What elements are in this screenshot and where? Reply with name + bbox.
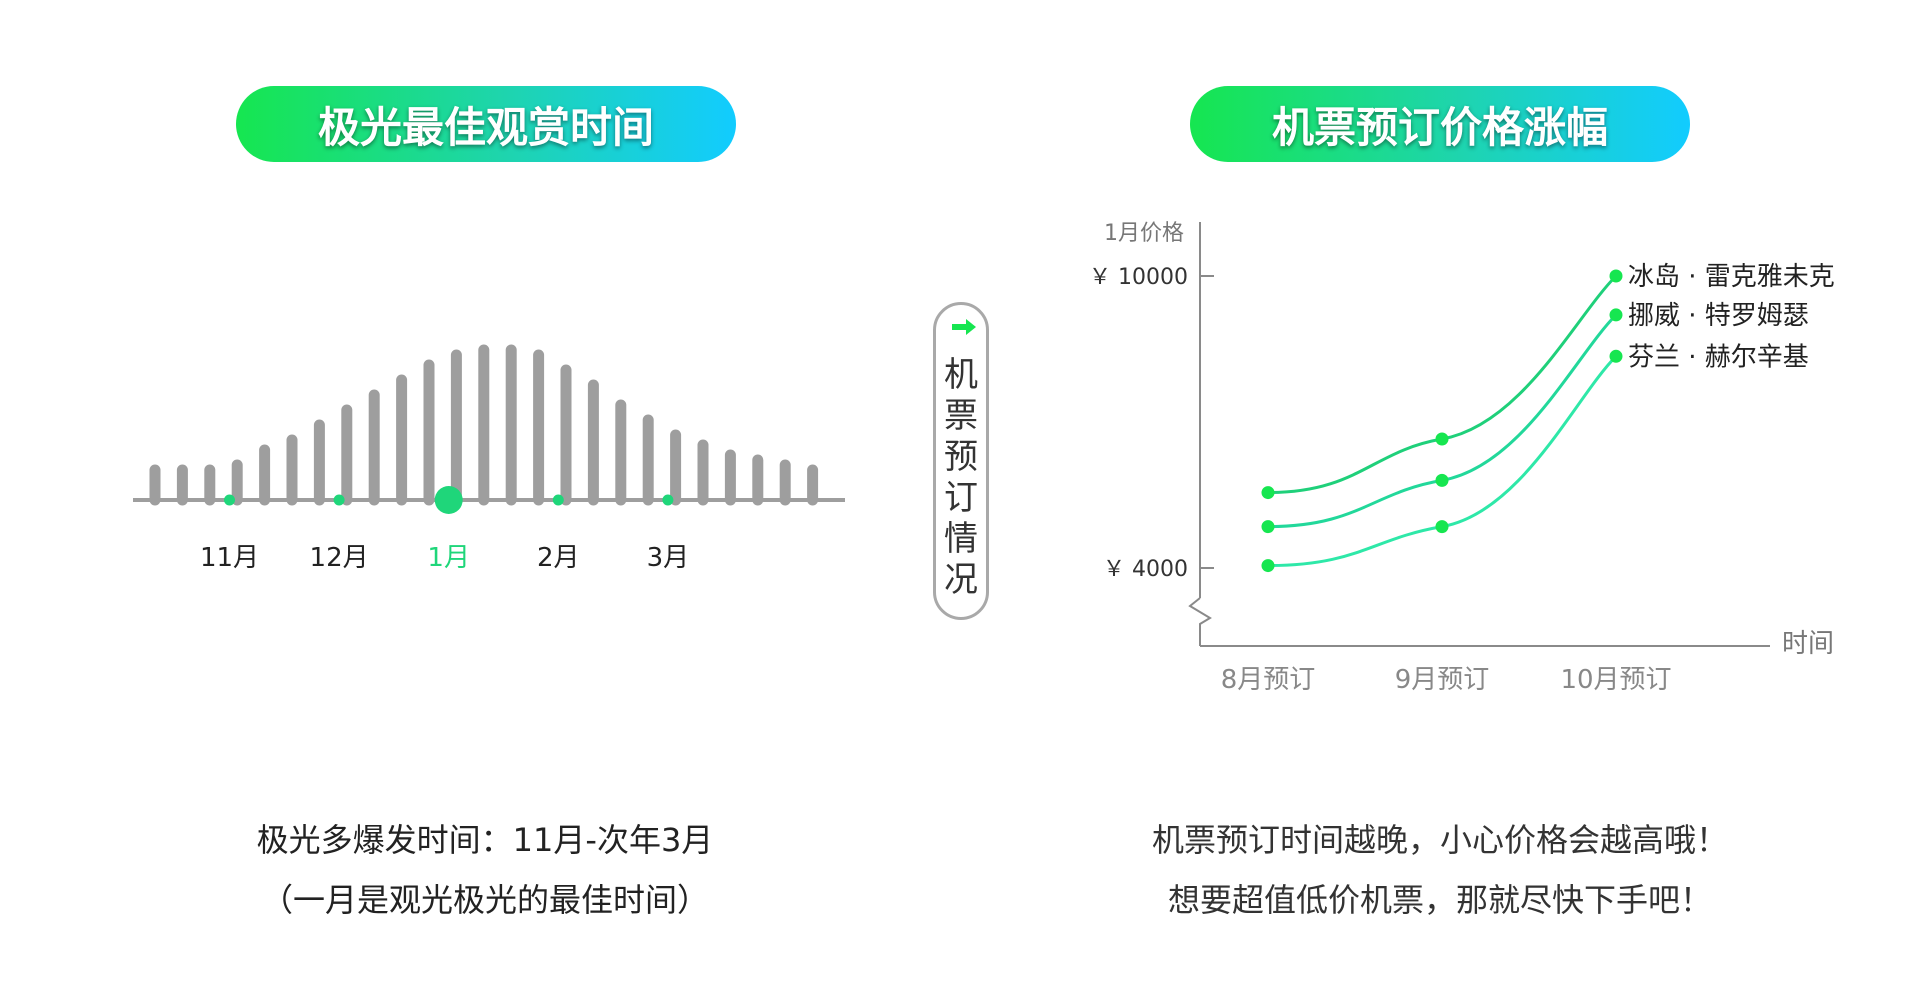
- price-caption: 机票预订时间越晚，小心价格会越高哦！ 想要超值低价机票，那就尽快下手吧！: [1080, 810, 1800, 930]
- data-point: [1609, 269, 1623, 283]
- y-tick-label: ￥ 10000: [1089, 265, 1188, 290]
- x-tick-label: 10月预订: [1560, 665, 1671, 695]
- x-tick-label: 12月: [310, 543, 369, 573]
- series-line: [1267, 355, 1618, 568]
- x-tick-label: 8月预订: [1221, 665, 1316, 695]
- x-tick-label: 1月: [427, 543, 470, 573]
- series-label: 芬兰 · 赫尔辛基: [1628, 342, 1809, 372]
- month-dot: [552, 494, 564, 506]
- data-point: [1435, 520, 1449, 534]
- y-tick-label: ￥ 4000: [1103, 557, 1188, 582]
- price-caption-line2: 想要超值低价机票，那就尽快下手吧！: [1167, 881, 1712, 919]
- month-dot: [662, 494, 674, 506]
- month-dot: [333, 494, 345, 506]
- aurora-bar-chart: 11月 12月 1月 2月 3月: [133, 344, 845, 573]
- aurora-caption-line1: 极光多爆发时间：11月-次年3月: [256, 821, 714, 859]
- series-label: 冰岛 · 雷克雅未克: [1628, 262, 1835, 292]
- data-point: [1261, 486, 1275, 500]
- data-point: [1261, 520, 1275, 534]
- aurora-caption: 极光多爆发时间：11月-次年3月 （一月是观光极光的最佳时间）: [150, 810, 820, 930]
- data-point: [1435, 473, 1449, 487]
- price-caption-line1: 机票预订时间越晚，小心价格会越高哦！: [1151, 821, 1728, 859]
- highlight-dot: [434, 486, 463, 514]
- badge-label: 机票预订情况: [944, 355, 978, 600]
- arrow-right-icon: [952, 319, 976, 335]
- series-line: [1267, 313, 1618, 529]
- booking-status-badge: 机票预订情况: [933, 302, 989, 620]
- series-label: 挪威 · 特罗姆瑟: [1628, 301, 1809, 331]
- x-tick-label: 9月预订: [1395, 665, 1490, 695]
- aurora-caption-line2: （一月是观光极光的最佳时间）: [260, 881, 709, 919]
- y-axis-break: [1188, 597, 1212, 646]
- month-dot: [224, 494, 235, 506]
- x-axis-label: 时间: [1782, 629, 1834, 659]
- price-line-chart: 1月价格时间 ￥ 4000 ￥ 10000 8月预订 9月预订 10月预订 冰岛 · 雷克雅…: [1089, 221, 1835, 695]
- x-tick-label: 3月: [647, 543, 690, 573]
- data-point: [1261, 559, 1275, 573]
- data-point: [1609, 308, 1623, 322]
- x-tick-label: 11月: [200, 543, 259, 573]
- data-point: [1609, 349, 1623, 363]
- y-axis-label: 1月价格: [1104, 221, 1184, 246]
- x-tick-label: 2月: [537, 543, 580, 573]
- data-point: [1435, 432, 1449, 446]
